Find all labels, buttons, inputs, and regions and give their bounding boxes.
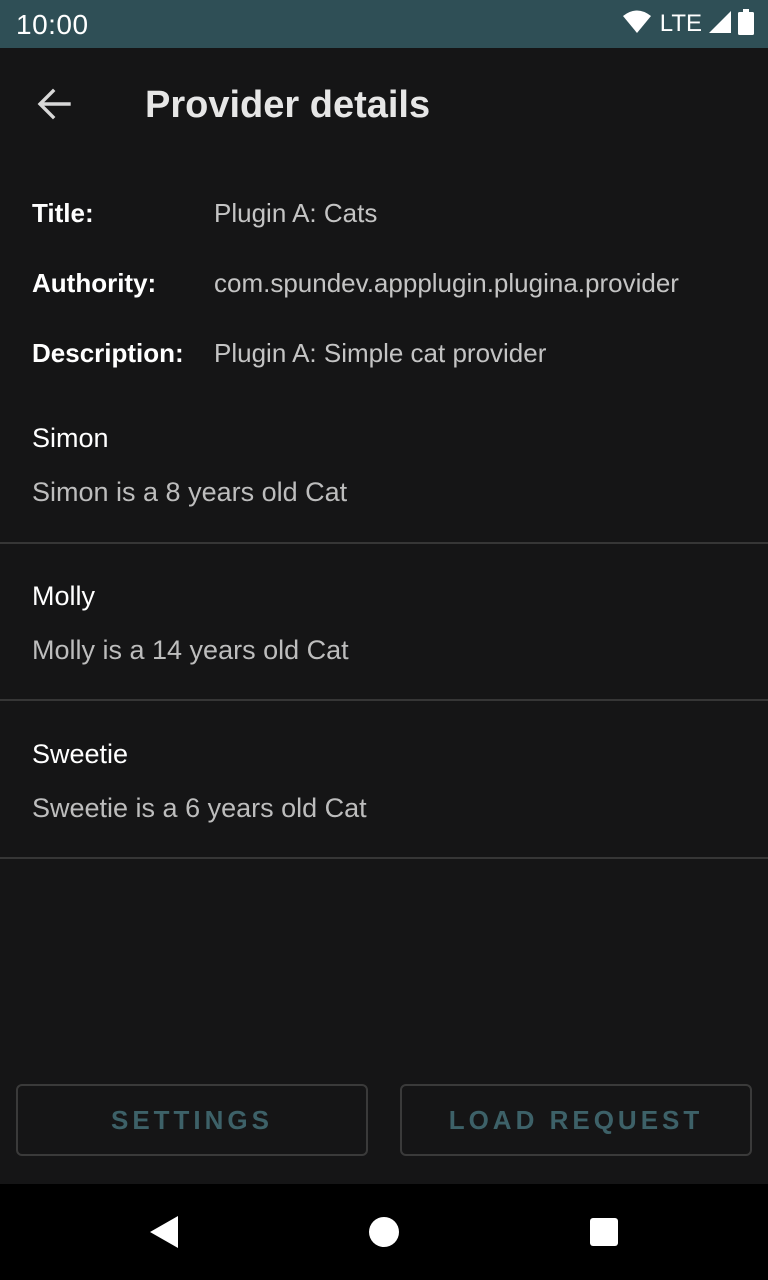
back-button[interactable] [26,78,82,134]
status-icons: LTE [622,8,754,40]
item-name: Molly [32,581,96,611]
detail-row-title: Title: Plugin A: Cats [32,193,752,233]
recents-square-icon [589,1217,619,1252]
battery-icon [738,8,754,40]
item-name: Sweetie [32,739,129,769]
wifi-icon [622,10,652,39]
description-label: Description: [32,337,184,368]
signal-icon [708,10,732,39]
item-name: Simon [32,423,109,453]
settings-button[interactable]: SETTINGS [16,1084,368,1156]
page-title: Provider details [145,84,431,126]
item-description: Molly is a 14 years old Cat [32,635,349,665]
item-description: Sweetie is a 6 years old Cat [32,793,367,823]
list-item[interactable]: Sweetie Sweetie is a 6 years old Cat [0,702,768,859]
home-circle-icon [368,1216,400,1253]
authority-value: com.spundev.appplugin.plugina.provider [214,267,679,298]
title-value: Plugin A: Cats [214,197,378,228]
app-bar: Provider details [0,48,768,164]
list-item[interactable]: Molly Molly is a 14 years old Cat [0,544,768,701]
list-item[interactable]: Simon Simon is a 8 years old Cat [0,387,768,544]
nav-home-button[interactable] [364,1214,404,1254]
title-label: Title: [32,197,94,228]
detail-row-description: Description: Plugin A: Simple cat provid… [32,333,752,373]
arrow-back-icon [36,86,72,127]
detail-row-authority: Authority: com.spundev.appplugin.plugina… [32,263,752,303]
status-bar: 10:00 LTE [0,0,768,48]
back-triangle-icon [148,1215,180,1254]
navigation-bar [0,1184,768,1280]
nav-recents-button[interactable] [584,1214,624,1254]
status-time: 10:00 [16,9,89,40]
item-description: Simon is a 8 years old Cat [32,477,348,507]
nav-back-button[interactable] [144,1214,184,1254]
network-type: LTE [659,10,702,37]
description-value: Plugin A: Simple cat provider [214,337,547,368]
load-request-button[interactable]: LOAD REQUEST [400,1084,752,1156]
authority-label: Authority: [32,267,157,298]
